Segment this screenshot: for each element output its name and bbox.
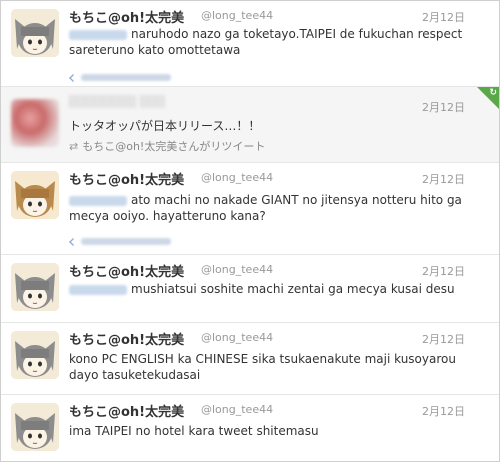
- user-handle[interactable]: @long_tee44: [201, 171, 273, 184]
- tweet-item[interactable]: もちこ@oh!太完美 @long_tee44 2月12日 kono PC ENG…: [1, 323, 499, 395]
- timeline: もちこ@oh!太完美 @long_tee44 2月12日 naruhodo na…: [0, 0, 500, 462]
- user-handle[interactable]: @long_tee44: [201, 331, 273, 344]
- tweet-date[interactable]: 2月12日: [422, 403, 465, 419]
- cat-girl-avatar-icon[interactable]: [11, 9, 59, 57]
- user-handle[interactable]: @long_tee44: [201, 263, 273, 276]
- tweet-date[interactable]: 2月12日: [422, 331, 465, 347]
- cat-girl-avatar-icon[interactable]: [11, 403, 59, 451]
- tweet-item[interactable]: もちこ@oh!太完美 @long_tee44 2月12日 mushiatsui …: [1, 255, 499, 323]
- tweet-text: naruhodo nazo ga toketayo.TAIPEI de fuku…: [69, 27, 463, 57]
- tweet-date[interactable]: 2月12日: [422, 9, 465, 25]
- tweet-text: ima TAIPEI no hotel kara tweet shitemasu: [69, 424, 319, 438]
- retweet-item[interactable]: ↻ ░░░░░░░░ ░░░ 2月12日 トッタオッパが日本リリース…！！ ⇄ も…: [1, 87, 499, 163]
- tweet-item[interactable]: もちこ@oh!太完美 @long_tee44 2月12日 naruhodo na…: [1, 1, 499, 87]
- retweeted-user-avatar[interactable]: [11, 99, 59, 147]
- tweet-text: kono PC ENGLISH ka CHINESE sika tsukaena…: [69, 352, 456, 382]
- user-name[interactable]: もちこ@oh!太完美: [69, 169, 184, 188]
- retweet-by-line: ⇄ もちこ@oh!太完美さんがリツイート: [69, 140, 266, 153]
- user-handle[interactable]: @long_tee44: [201, 9, 273, 22]
- tweet-text: mushiatsui soshite machi zentai ga mecya…: [69, 281, 479, 297]
- cat-girl-avatar-icon[interactable]: [11, 171, 59, 219]
- mention-link[interactable]: [69, 29, 127, 40]
- actions-label[interactable]: [81, 238, 171, 245]
- tweet-item[interactable]: もちこ@oh!太完美 @long_tee44 2月12日 ato machi n…: [1, 163, 499, 255]
- actions-label[interactable]: [81, 74, 171, 81]
- retweet-corner-badge-icon: ↻: [477, 87, 499, 109]
- tweet-text: ato machi no nakade GIANT no jitensya no…: [69, 193, 462, 223]
- user-handle[interactable]: @long_tee44: [201, 403, 273, 416]
- mention-link[interactable]: [69, 284, 127, 295]
- cat-girl-avatar-icon[interactable]: [11, 263, 59, 311]
- cat-girl-avatar-icon[interactable]: [11, 331, 59, 379]
- user-name[interactable]: もちこ@oh!太完美: [69, 7, 184, 26]
- retweeted-user-name[interactable]: ░░░░░░░░ ░░░: [69, 95, 166, 108]
- tweet-date[interactable]: 2月12日: [422, 263, 465, 279]
- tweet-date[interactable]: 2月12日: [422, 171, 465, 187]
- reply-arrow-icon[interactable]: [69, 73, 77, 82]
- user-name[interactable]: もちこ@oh!太完美: [69, 329, 184, 348]
- tweet-actions[interactable]: [69, 67, 189, 82]
- mention-link[interactable]: [69, 195, 127, 206]
- user-name[interactable]: もちこ@oh!太完美: [69, 401, 184, 420]
- tweet-actions[interactable]: [69, 231, 189, 246]
- user-name[interactable]: もちこ@oh!太完美: [69, 261, 184, 280]
- tweet-text: トッタオッパが日本リリース…！！: [69, 119, 261, 133]
- retweet-icon: ⇄: [69, 140, 79, 153]
- tweet-item[interactable]: もちこ@oh!太完美 @long_tee44 2月12日 ima TAIPEI …: [1, 395, 499, 461]
- tweet-date[interactable]: 2月12日: [422, 99, 465, 115]
- reply-arrow-icon[interactable]: [69, 237, 77, 246]
